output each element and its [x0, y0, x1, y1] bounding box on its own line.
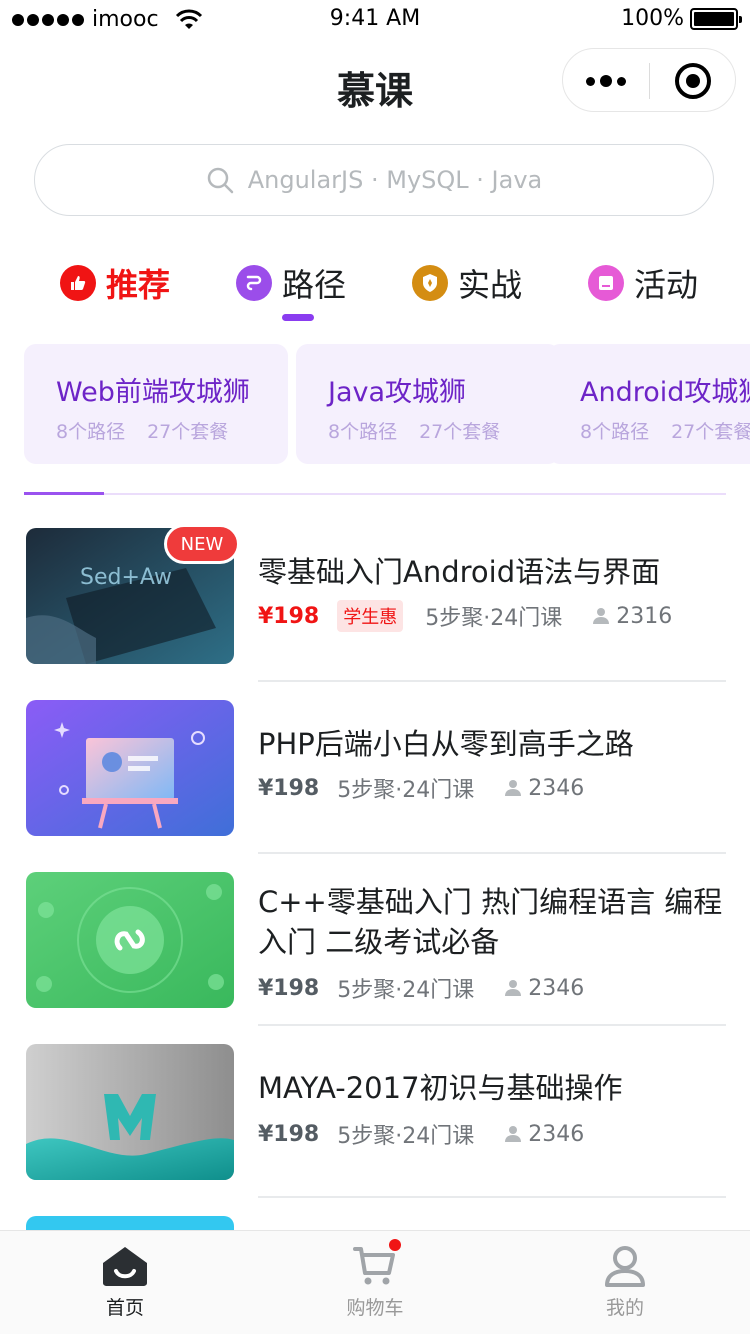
course-title[interactable]: MAYA-2017初识与基础操作 — [258, 1068, 728, 1108]
course-title[interactable]: 零基础入门Android语法与界面 — [258, 552, 728, 592]
course-title[interactable]: C++零基础入门 热门编程语言 编程入门 二级考试必备 — [258, 882, 728, 962]
scroll-track — [24, 493, 726, 495]
active-tab-indicator — [282, 314, 314, 321]
course-price: ¥198 — [258, 1121, 320, 1147]
path-card[interactable]: Java攻城狮 8个路径 27个套餐 — [296, 344, 560, 464]
cart-notification-dot — [389, 1239, 401, 1251]
course-steps: 5步聚·24门课 — [425, 606, 563, 631]
search-icon — [207, 167, 233, 194]
course-thumbnail[interactable] — [26, 1044, 234, 1180]
tab-practice-label: 实战 — [458, 266, 523, 304]
course-thumbnail[interactable] — [26, 700, 234, 836]
course-price: ¥198 — [258, 975, 320, 1001]
category-tabs: 推荐 路径 实战 活动 — [0, 256, 750, 326]
course-thumbnail-partial[interactable] — [26, 1216, 234, 1230]
capsule-divider — [649, 63, 650, 99]
course-price: ¥198 — [258, 603, 320, 629]
cart-icon — [353, 1247, 395, 1285]
tab-recommend[interactable]: 推荐 — [60, 256, 170, 310]
more-icon[interactable] — [563, 49, 649, 113]
path-card-title: Android攻城狮 — [580, 377, 750, 408]
tabbar-cart[interactable]: 购物车 — [250, 1231, 500, 1334]
search-placeholder: AngularJS · MySQL · Java — [247, 166, 543, 194]
course-users: 2346 — [504, 976, 584, 1001]
course-meta: ¥198 学生惠 5步聚·24门课 2316 — [258, 600, 672, 632]
search-input[interactable]: AngularJS · MySQL · Java — [34, 144, 714, 216]
course-steps: 5步聚·24门课 — [337, 1124, 475, 1149]
course-users: 2346 — [504, 776, 584, 801]
new-badge: NEW — [164, 524, 240, 564]
thumbs-up-icon — [60, 265, 96, 301]
activity-icon — [588, 265, 624, 301]
tabbar-me-label: 我的 — [605, 1297, 644, 1319]
status-bar: imooc 9:41 AM 100% — [0, 0, 750, 40]
user-count-icon — [505, 780, 522, 796]
tabbar-cart-label: 购物车 — [346, 1297, 404, 1319]
user-count-icon — [593, 608, 610, 624]
tabbar-me[interactable]: 我的 — [500, 1231, 750, 1334]
course-title[interactable]: PHP后端小白从零到高手之路 — [258, 724, 728, 764]
bottom-tab-bar: 首页 购物车 我的 — [0, 1230, 750, 1334]
course-users: 2346 — [504, 1122, 584, 1147]
shield-icon — [412, 265, 448, 301]
user-count-icon — [505, 1126, 522, 1142]
course-steps: 5步聚·24门课 — [337, 978, 475, 1003]
path-card[interactable]: Android攻城狮 8个路径 27个套餐 — [548, 344, 750, 464]
status-right: 100% — [621, 6, 742, 31]
tabbar-home[interactable]: 首页 — [0, 1231, 250, 1334]
tab-practice[interactable]: 实战 — [412, 256, 522, 310]
path-card-title: Web前端攻城狮 — [56, 377, 250, 408]
home-icon — [103, 1247, 147, 1286]
path-card-title: Java攻城狮 — [328, 377, 467, 408]
row-divider — [258, 852, 726, 854]
user-count-icon — [505, 980, 522, 996]
thumbnail-code-text: Sed+Aw — [80, 565, 172, 590]
tab-path[interactable]: 路径 — [236, 256, 346, 310]
course-meta: ¥198 5步聚·24门课 2346 — [258, 772, 584, 804]
tabbar-home-label: 首页 — [105, 1297, 144, 1319]
scroll-thumb[interactable] — [24, 492, 104, 495]
path-card-meta: 8个路径 27个套餐 — [580, 421, 750, 443]
battery-percent: 100% — [621, 6, 684, 31]
course-meta: ¥198 5步聚·24门课 2346 — [258, 1118, 584, 1150]
user-icon — [605, 1246, 645, 1287]
battery-icon — [690, 7, 742, 30]
row-divider — [258, 1024, 726, 1026]
path-card-meta: 8个路径 27个套餐 — [328, 421, 501, 443]
close-miniprogram-icon[interactable] — [675, 63, 711, 99]
row-divider — [258, 1196, 726, 1198]
path-cards-scroller[interactable]: Web前端攻城狮 8个路径 27个套餐 Java攻城狮 8个路径 27个套餐 And… — [24, 344, 750, 464]
tab-path-label: 路径 — [282, 266, 347, 304]
course-users: 2316 — [592, 604, 672, 629]
row-divider — [258, 680, 726, 682]
tab-activity[interactable]: 活动 — [588, 256, 698, 310]
student-discount-badge: 学生惠 — [337, 600, 404, 632]
course-meta: ¥198 5步聚·24门课 2346 — [258, 972, 584, 1004]
tab-recommend-label: 推荐 — [106, 266, 171, 304]
course-price: ¥198 — [258, 775, 320, 801]
path-card-meta: 8个路径 27个套餐 — [56, 421, 229, 443]
mini-program-capsule — [562, 48, 736, 112]
course-thumbnail[interactable] — [26, 872, 234, 1008]
tab-activity-label: 活动 — [634, 266, 699, 304]
course-steps: 5步聚·24门课 — [337, 778, 475, 803]
path-card[interactable]: Web前端攻城狮 8个路径 27个套餐 — [24, 344, 288, 464]
path-icon — [236, 265, 272, 301]
